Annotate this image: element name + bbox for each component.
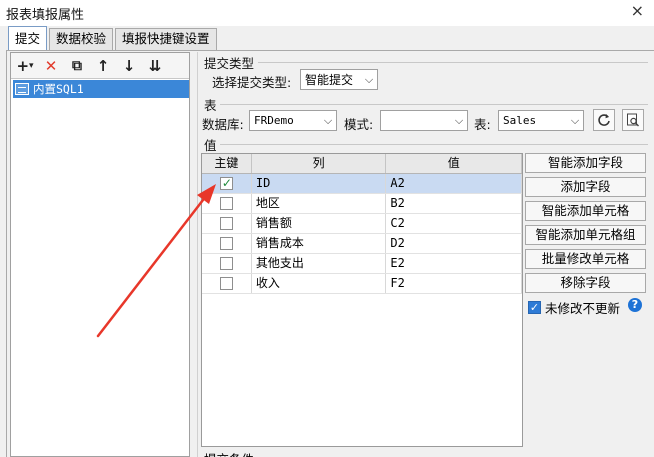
section-divider (258, 62, 648, 63)
chevron-down-icon: ⌵ (364, 72, 374, 86)
mode-select[interactable]: ⌵ (380, 110, 468, 131)
no-update-option[interactable]: ✓ 未修改不更新 (528, 298, 620, 317)
table-row[interactable]: 销售额 C2 (202, 214, 522, 234)
header-column[interactable]: 列 (252, 154, 387, 173)
tab-data-validation[interactable]: 数据校验 (49, 28, 114, 50)
list-item-label: 内置SQL1 (33, 82, 84, 96)
add-field-button[interactable]: 添加字段 (525, 177, 646, 197)
submit-condition-section-label: 提交条件 (204, 449, 254, 457)
row-value[interactable]: B2 (386, 194, 522, 213)
table-row[interactable]: 收入 F2 (202, 274, 522, 294)
table-row[interactable]: ID A2 (202, 174, 522, 194)
list-item-sql1[interactable]: 内置SQL1 (13, 80, 189, 98)
no-update-checkbox[interactable]: ✓ (528, 301, 541, 314)
primary-key-checkbox[interactable] (219, 197, 233, 210)
delete-icon[interactable]: ✕ (41, 56, 61, 76)
tab-shortcut-settings[interactable]: 填报快捷键设置 (115, 28, 217, 50)
primary-key-checkbox[interactable] (219, 174, 233, 193)
row-value[interactable]: D2 (386, 234, 522, 253)
row-column[interactable]: 收入 (252, 274, 387, 293)
help-icon[interactable]: ? (628, 298, 642, 312)
mode-label: 模式: (344, 117, 374, 132)
row-value[interactable]: C2 (386, 214, 522, 233)
no-update-label: 未修改不更新 (545, 301, 621, 316)
row-value[interactable]: E2 (386, 254, 522, 273)
table-value: Sales (503, 114, 537, 127)
row-column[interactable]: 其他支出 (252, 254, 387, 273)
table-header: 主键 列 值 (202, 154, 522, 174)
chevron-down-icon: ⌵ (323, 113, 333, 127)
panel-splitter[interactable] (190, 52, 198, 457)
close-icon[interactable]: × (631, 1, 644, 20)
submit-type-label: 选择提交类型: (212, 75, 292, 90)
tab-strip: 提交 数据校验 填报快捷键设置 (8, 26, 219, 50)
submit-list-panel: + ▾ ✕ ⧉ ↑ ↓ ⇊ 内置SQL1 (10, 52, 190, 457)
database-select[interactable]: FRDemo ⌵ (249, 110, 337, 131)
header-primary-key[interactable]: 主键 (202, 154, 252, 173)
table-select[interactable]: Sales ⌵ (498, 110, 584, 131)
chevron-down-icon: ⌵ (570, 113, 580, 127)
row-value[interactable]: F2 (386, 274, 522, 293)
header-value[interactable]: 值 (386, 154, 522, 173)
table-row[interactable]: 其他支出 E2 (202, 254, 522, 274)
section-divider (220, 144, 648, 145)
row-value[interactable]: A2 (386, 174, 522, 193)
list-toolbar: + ▾ ✕ ⧉ ↑ ↓ ⇊ (11, 53, 189, 79)
table-row[interactable]: 地区 B2 (202, 194, 522, 214)
remove-field-button[interactable]: 移除字段 (525, 273, 646, 293)
sql-table-icon (15, 83, 29, 95)
move-up-icon[interactable]: ↑ (93, 56, 113, 76)
submit-type-select[interactable]: 智能提交 ⌵ (300, 69, 378, 90)
chevron-down-icon: ⌵ (454, 113, 464, 127)
row-column[interactable]: ID (252, 174, 387, 193)
values-section-label: 值 (204, 138, 217, 153)
refresh-icon[interactable] (593, 109, 615, 131)
primary-key-checkbox[interactable] (219, 237, 233, 250)
table-label: 表: (474, 117, 491, 132)
primary-key-checkbox[interactable] (219, 277, 233, 290)
add-icon[interactable]: + ▾ (15, 56, 35, 76)
submit-type-value: 智能提交 (305, 73, 354, 87)
field-mapping-table: 主键 列 值 ID A2 地区 B2 销售额 C2 销售成本 D2 其他支出 E… (201, 153, 523, 447)
smart-add-cell-group-button[interactable]: 智能添加单元格组 (525, 225, 646, 245)
database-value: FRDemo (254, 114, 294, 127)
tab-submit[interactable]: 提交 (8, 26, 48, 50)
primary-key-checkbox[interactable] (219, 257, 233, 270)
table-row[interactable]: 销售成本 D2 (202, 234, 522, 254)
table-section-label: 表 (204, 98, 217, 113)
batch-modify-cell-button[interactable]: 批量修改单元格 (525, 249, 646, 269)
copy-icon[interactable]: ⧉ (67, 56, 87, 76)
row-column[interactable]: 销售额 (252, 214, 387, 233)
row-column[interactable]: 地区 (252, 194, 387, 213)
move-down-icon[interactable]: ↓ (119, 56, 139, 76)
window-title: 报表填报属性 (6, 8, 85, 23)
smart-add-field-button[interactable]: 智能添加字段 (525, 153, 646, 173)
submit-type-section-label: 提交类型 (204, 56, 255, 71)
section-divider (220, 104, 648, 105)
sort-icon[interactable]: ⇊ (145, 56, 165, 76)
smart-add-cell-button[interactable]: 智能添加单元格 (525, 201, 646, 221)
title-bar: 报表填报属性 × (0, 0, 654, 26)
primary-key-checkbox[interactable] (219, 217, 233, 230)
row-column[interactable]: 销售成本 (252, 234, 387, 253)
preview-table-icon[interactable] (622, 109, 644, 131)
database-label: 数据库: (202, 117, 244, 132)
